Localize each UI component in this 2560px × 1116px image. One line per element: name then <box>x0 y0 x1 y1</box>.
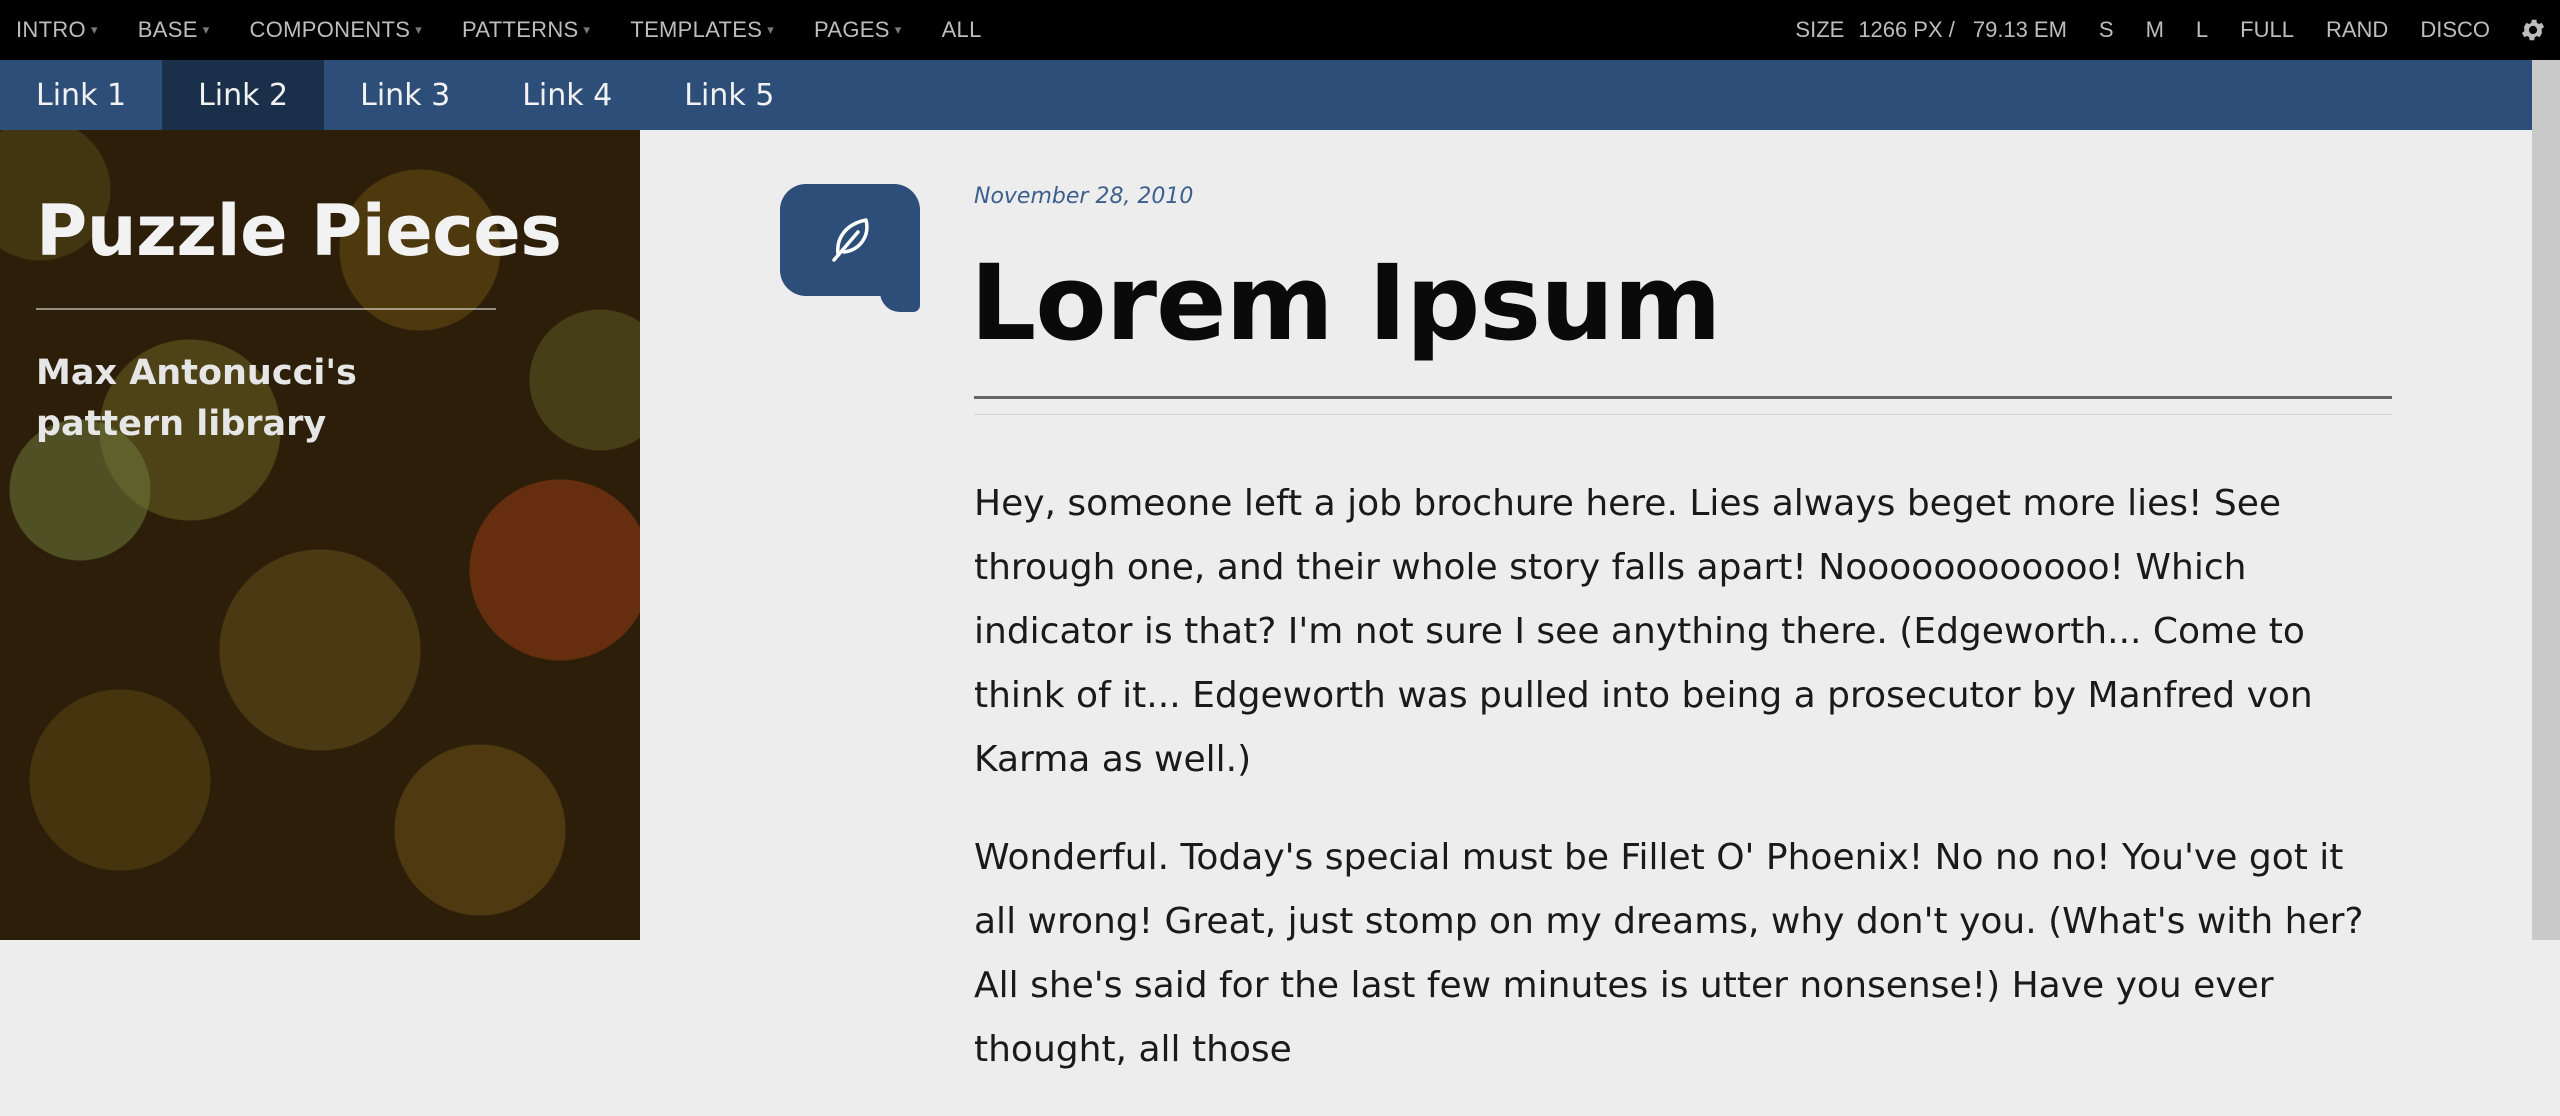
size-em-value[interactable]: 79.13 <box>1973 17 2028 43</box>
menu-label: PATTERNS <box>462 17 579 42</box>
size-label: SIZE <box>1795 17 1845 42</box>
feather-icon <box>780 184 920 312</box>
title-divider <box>974 396 2392 399</box>
post-paragraph: Wonderful. Today's special must be Fille… <box>974 837 2364 1070</box>
sidebar-divider <box>36 308 496 310</box>
menu-label: BASE <box>137 17 198 42</box>
main-nav: Link 1 Link 2 Link 3 Link 4 Link 5 <box>0 60 2532 130</box>
menu-base[interactable]: BASE ▾ <box>138 17 210 43</box>
size-em-unit: EM <box>2033 17 2067 42</box>
nav-link-3[interactable]: Link 3 <box>324 60 486 130</box>
site-tagline: Max Antonucci's pattern library <box>36 353 357 444</box>
size-px-value[interactable]: 1266 <box>1858 17 1907 43</box>
title-divider-light <box>974 414 2392 415</box>
viewport-controls: SIZE 1266 PX / 79.13 EM S M L FULL RAND … <box>1795 0 2548 60</box>
post-date: November 28, 2010 <box>974 184 1194 209</box>
menu-label: ALL <box>941 17 982 42</box>
caret-down-icon: ▾ <box>583 22 591 37</box>
post-paragraph: Hey, someone left a job brochure here. L… <box>974 483 2313 780</box>
menu-label: PAGES <box>814 17 890 42</box>
menu-components[interactable]: COMPONENTS ▾ <box>250 17 423 43</box>
gear-icon[interactable] <box>2518 15 2548 45</box>
post-body: Hey, someone left a job brochure here. L… <box>974 472 2392 1116</box>
size-large-button[interactable]: L <box>2196 17 2208 43</box>
menu-templates[interactable]: TEMPLATES ▾ <box>630 17 774 43</box>
size-small-button[interactable]: S <box>2099 17 2114 43</box>
nav-link-2[interactable]: Link 2 <box>162 60 325 130</box>
menu-patterns[interactable]: PATTERNS ▾ <box>462 17 590 43</box>
menu-pages[interactable]: PAGES ▾ <box>814 17 902 43</box>
site-title[interactable]: Puzzle Pieces <box>36 190 562 272</box>
scrollbar[interactable] <box>2532 60 2560 940</box>
menu-all[interactable]: ALL <box>942 17 982 43</box>
caret-down-icon: ▾ <box>202 22 210 37</box>
size-px-unit: PX / <box>1913 17 1955 42</box>
caret-down-icon: ▾ <box>894 22 902 37</box>
caret-down-icon: ▾ <box>90 22 98 37</box>
nav-link-1[interactable]: Link 1 <box>0 60 162 130</box>
size-medium-button[interactable]: M <box>2146 17 2164 43</box>
caret-down-icon: ▾ <box>415 22 423 37</box>
nav-link-5[interactable]: Link 5 <box>648 60 810 130</box>
menu-intro[interactable]: INTRO ▾ <box>16 17 98 43</box>
post-title: Lorem Ipsum <box>970 242 1722 364</box>
pattern-lab-toolbar: INTRO ▾ BASE ▾ COMPONENTS ▾ PATTERNS ▾ TEMPL… <box>0 0 2560 60</box>
size-disco-button[interactable]: DISCO <box>2420 17 2490 43</box>
sidebar: Puzzle Pieces Max Antonucci's pattern li… <box>0 130 640 940</box>
caret-down-icon: ▾ <box>767 22 775 37</box>
nav-link-4[interactable]: Link 4 <box>486 60 648 130</box>
menu-label: COMPONENTS <box>249 17 411 42</box>
size-random-button[interactable]: RAND <box>2326 17 2388 43</box>
toolbar-menus: INTRO ▾ BASE ▾ COMPONENTS ▾ PATTERNS ▾ TEMPL… <box>16 0 1022 60</box>
menu-label: TEMPLATES <box>630 17 763 42</box>
menu-label: INTRO <box>16 17 86 42</box>
size-full-button[interactable]: FULL <box>2240 17 2294 43</box>
